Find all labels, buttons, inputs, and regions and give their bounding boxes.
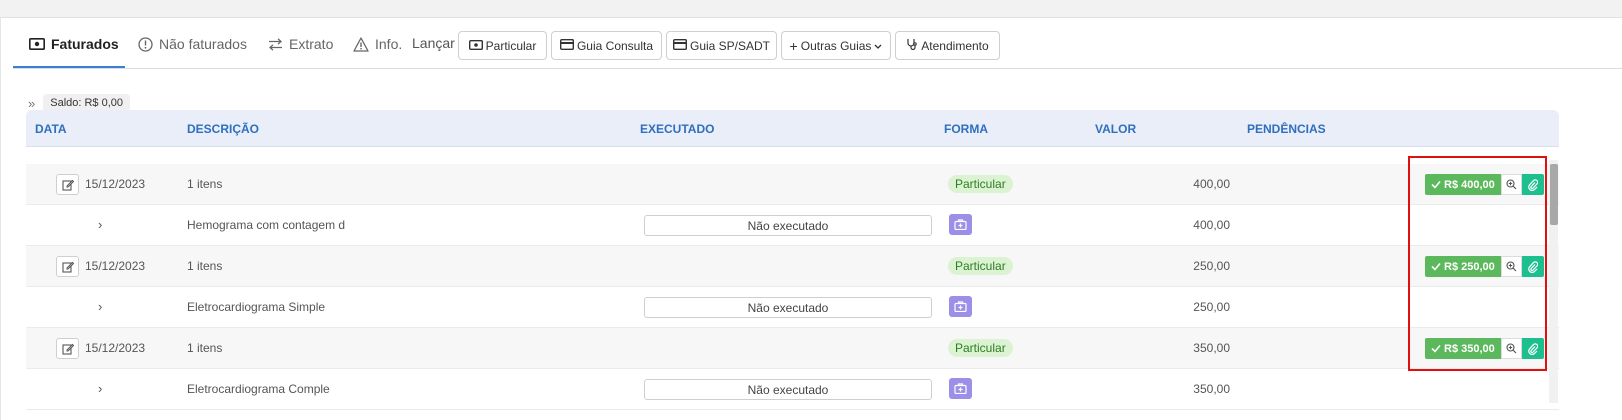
- outras-guias-label: Outras Guias: [800, 38, 872, 53]
- guia-consulta-button-label: Guia Consulta: [576, 38, 654, 53]
- highlight-box: [1408, 156, 1547, 371]
- medical-kit-icon: [954, 383, 967, 394]
- atendimento-button-label: Atendimento: [921, 38, 989, 53]
- table-subrow: › Eletrocardiograma Comple Não executado…: [26, 369, 1559, 410]
- alert-circle-icon: [137, 36, 153, 52]
- column-header-descricao: DESCRIÇÃO: [187, 122, 260, 136]
- atendimento-button[interactable]: Atendimento: [895, 31, 1000, 60]
- payment-method-badge: Particular: [948, 175, 1013, 193]
- money-icon: [468, 39, 483, 53]
- table-header: DATA DESCRIÇÃO EXECUTADO FORMA VALOR PEN…: [26, 110, 1559, 147]
- launch-label: Lançar: [412, 35, 455, 51]
- payment-method-badge: Particular: [948, 257, 1013, 275]
- row-valor: 400,00: [1193, 177, 1230, 191]
- medical-kit-icon: [954, 219, 967, 230]
- executado-select[interactable]: Não executado: [644, 297, 932, 318]
- medical-kit-button[interactable]: [949, 214, 972, 235]
- edit-button[interactable]: [56, 256, 79, 277]
- payment-method-badge: Particular: [948, 339, 1013, 357]
- chevron-right-icon[interactable]: ›: [98, 381, 102, 396]
- tab-faturados[interactable]: Faturados: [29, 34, 119, 54]
- chevron-down-icon: [874, 39, 882, 53]
- item-description: Eletrocardiograma Simple: [187, 300, 326, 314]
- medical-kit-icon: [954, 301, 967, 312]
- scrollbar-thumb[interactable]: [1550, 164, 1558, 225]
- table-subrow: › Hemograma com contagem d Não executado…: [26, 205, 1559, 246]
- executado-select[interactable]: Não executado: [644, 379, 932, 400]
- row-description: 1 itens: [187, 177, 223, 191]
- swap-arrows-icon: [267, 36, 283, 52]
- column-header-executado: EXECUTADO: [640, 122, 715, 136]
- plus-icon: +: [789, 37, 798, 54]
- column-header-valor: VALOR: [1095, 122, 1137, 136]
- card-icon: [672, 38, 687, 53]
- card-icon: [559, 38, 574, 53]
- table-subrow: › Eletrocardiograma Simple Não executado…: [26, 287, 1559, 328]
- table-row: 15/12/2023 1 itens Particular 400,00 R$ …: [26, 164, 1559, 205]
- particular-button-label: Particular: [485, 38, 537, 53]
- row-date: 15/12/2023: [85, 341, 146, 355]
- tab-extrato-label: Extrato: [289, 36, 334, 52]
- money-icon: [29, 36, 45, 52]
- column-header-pendencias: PENDÊNCIAS: [1247, 122, 1326, 136]
- billing-table: DATA DESCRIÇÃO EXECUTADO FORMA VALOR PEN…: [26, 110, 1559, 410]
- row-valor: 250,00: [1193, 259, 1230, 273]
- edit-icon: [61, 343, 74, 355]
- row-date: 15/12/2023: [85, 177, 146, 191]
- tab-nao-faturados-label: Não faturados: [159, 36, 247, 52]
- tab-bar: Faturados Não faturados Extrato Info. La…: [13, 18, 1622, 69]
- column-header-data: DATA: [35, 122, 67, 136]
- item-valor: 400,00: [1193, 218, 1230, 232]
- tab-info[interactable]: Info.: [353, 34, 402, 54]
- table-row: 15/12/2023 1 itens Particular 250,00 R$ …: [26, 246, 1559, 287]
- guia-consulta-button[interactable]: Guia Consulta: [551, 31, 662, 60]
- stethoscope-icon: [906, 38, 918, 53]
- row-date: 15/12/2023: [85, 259, 146, 273]
- edit-icon: [61, 179, 74, 191]
- row-valor: 350,00: [1193, 341, 1230, 355]
- edit-icon: [61, 261, 74, 273]
- particular-button[interactable]: Particular: [458, 31, 547, 60]
- guia-sp-sadt-button[interactable]: Guia SP/SADT: [666, 31, 777, 60]
- tab-info-label: Info.: [375, 36, 403, 52]
- column-header-forma: FORMA: [944, 122, 988, 136]
- executado-select[interactable]: Não executado: [644, 215, 932, 236]
- chevron-right-icon[interactable]: ›: [98, 299, 102, 314]
- guia-sp-sadt-button-label: Guia SP/SADT: [689, 38, 771, 53]
- row-description: 1 itens: [187, 259, 223, 273]
- medical-kit-button[interactable]: [949, 378, 972, 399]
- tab-faturados-label: Faturados: [51, 36, 119, 52]
- warning-triangle-icon: [353, 36, 369, 52]
- tab-extrato[interactable]: Extrato: [267, 34, 333, 54]
- edit-button[interactable]: [56, 174, 79, 195]
- double-chevron-right-icon[interactable]: »: [28, 96, 35, 111]
- tab-nao-faturados[interactable]: Não faturados: [137, 34, 247, 54]
- medical-kit-button[interactable]: [949, 296, 972, 317]
- table-row: 15/12/2023 1 itens Particular 350,00 R$ …: [26, 328, 1559, 369]
- row-description: 1 itens: [187, 341, 223, 355]
- chevron-right-icon[interactable]: ›: [98, 217, 102, 232]
- item-valor: 350,00: [1193, 382, 1230, 396]
- item-description: Eletrocardiograma Comple: [187, 382, 330, 396]
- outras-guias-dropdown[interactable]: + Outras Guias: [781, 31, 891, 60]
- item-description: Hemograma com contagem d: [187, 218, 346, 232]
- item-valor: 250,00: [1193, 300, 1230, 314]
- edit-button[interactable]: [56, 338, 79, 359]
- active-tab-indicator: [13, 66, 125, 68]
